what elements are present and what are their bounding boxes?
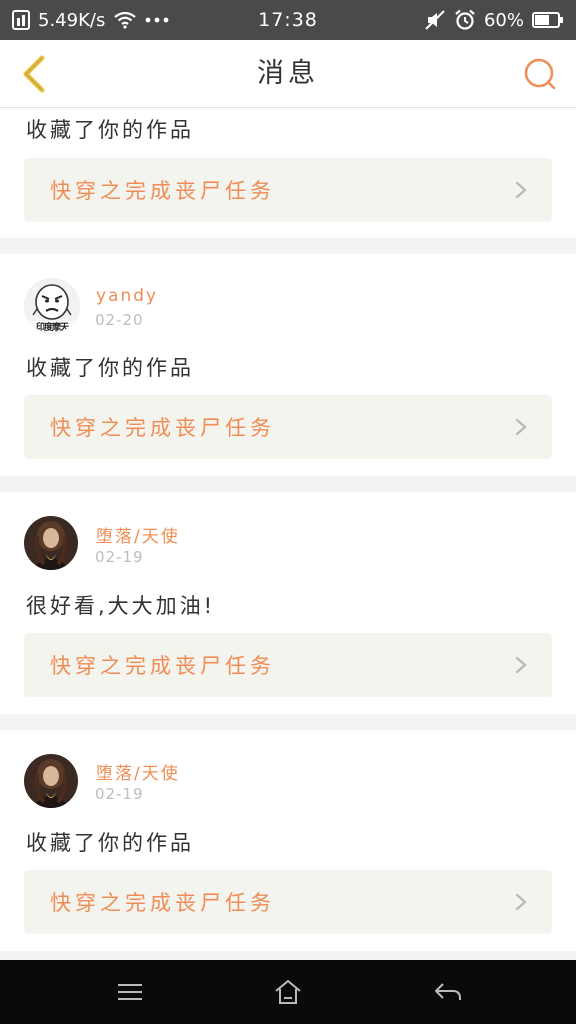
battery-icon: [532, 11, 564, 29]
username[interactable]: 堕落/天使: [96, 759, 180, 784]
menu-button[interactable]: [110, 972, 150, 1012]
menu-icon: [118, 984, 142, 1000]
mute-icon: [424, 9, 446, 31]
message-date: 02-20: [95, 311, 144, 329]
work-title: 快穿之完成丧尸任务: [50, 416, 275, 440]
home-icon: [275, 980, 301, 1004]
alarm-icon: [454, 9, 476, 31]
message-date: 02-19: [95, 548, 144, 566]
avatar[interactable]: [24, 516, 78, 570]
avatar[interactable]: 印度摩天: [24, 278, 80, 334]
section-divider: [0, 714, 576, 730]
status-right: 60%: [424, 9, 564, 31]
message-text: 收藏了你的作品: [26, 118, 194, 142]
page-title: 消息: [257, 58, 319, 89]
status-left: 5.49K/s: [12, 10, 169, 31]
search-button[interactable]: [522, 56, 558, 92]
avatar-photo-image: [24, 754, 78, 808]
username[interactable]: yandy: [96, 286, 158, 306]
chevron-right-icon: [515, 181, 527, 199]
chevron-right-icon: [515, 893, 527, 911]
wifi-icon: [113, 11, 137, 29]
work-title: 快穿之完成丧尸任务: [50, 891, 275, 915]
message-text: 很好看,大大加油!: [26, 594, 216, 618]
battery-percent: 60%: [483, 9, 524, 31]
message-text: 收藏了你的作品: [26, 356, 194, 380]
home-button[interactable]: [268, 972, 308, 1012]
back-nav-button[interactable]: [428, 972, 468, 1012]
section-divider: [0, 238, 576, 254]
message-list[interactable]: 收藏了你的作品 快穿之完成丧尸任务 印度摩天 yandy 02-20 收藏了你的…: [0, 108, 576, 960]
network-speed: 5.49K/s: [38, 9, 106, 31]
work-card[interactable]: 快穿之完成丧尸任务: [24, 158, 552, 222]
work-card[interactable]: 快穿之完成丧尸任务: [24, 870, 552, 934]
chevron-right-icon: [515, 656, 527, 674]
work-card[interactable]: 快穿之完成丧尸任务: [24, 633, 552, 697]
system-nav-bar: [0, 960, 576, 1024]
username[interactable]: 堕落/天使: [96, 522, 180, 547]
work-title: 快穿之完成丧尸任务: [50, 179, 275, 203]
section-divider: [0, 476, 576, 492]
sim-icon: [12, 10, 30, 30]
work-title: 快穿之完成丧尸任务: [50, 654, 275, 678]
section-divider: [0, 951, 576, 960]
message-date: 02-19: [95, 785, 144, 803]
avatar[interactable]: [24, 754, 78, 808]
work-card[interactable]: 快穿之完成丧尸任务: [24, 395, 552, 459]
status-bar: 5.49K/s 17:38 60%: [0, 0, 576, 40]
avatar-photo-image: [24, 516, 78, 570]
more-dots-icon: [145, 17, 169, 23]
chevron-right-icon: [515, 418, 527, 436]
message-text: 收藏了你的作品: [26, 831, 194, 855]
avatar-caption: 印度摩天: [35, 323, 69, 333]
search-icon: [524, 58, 556, 90]
return-icon: [435, 983, 461, 1000]
nav-bar: 消息: [0, 40, 576, 108]
